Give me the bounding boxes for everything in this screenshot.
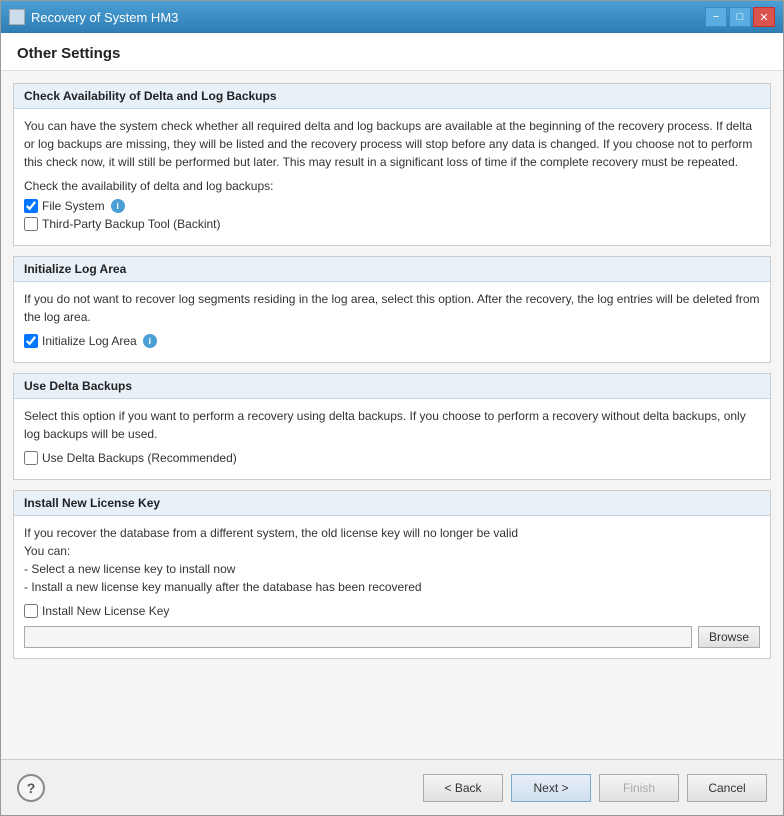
footer-left: ? [17, 774, 45, 802]
next-button[interactable]: Next > [511, 774, 591, 802]
section-license-key-body: If you recover the database from a diffe… [14, 516, 770, 658]
section-initialize-log-description: If you do not want to recover log segmen… [24, 290, 760, 326]
footer: ? < Back Next > Finish Cancel [1, 759, 783, 815]
info-icon-initlog[interactable]: i [143, 334, 157, 348]
checkbox-license-label[interactable]: Install New License Key [42, 604, 169, 618]
section-delta-log: Check Availability of Delta and Log Back… [13, 83, 771, 246]
scrollable-content[interactable]: Check Availability of Delta and Log Back… [1, 71, 783, 759]
section-initialize-log-header: Initialize Log Area [14, 257, 770, 282]
content-area: Check Availability of Delta and Log Back… [1, 71, 783, 759]
window-title: Recovery of System HM3 [31, 10, 178, 25]
section-delta-backups-description: Select this option if you want to perfor… [24, 407, 760, 443]
maximize-button[interactable]: □ [729, 7, 751, 27]
title-bar-buttons: − □ ✕ [705, 7, 775, 27]
section-delta-backups: Use Delta Backups Select this option if … [13, 373, 771, 480]
section-initialize-log: Initialize Log Area If you do not want t… [13, 256, 771, 363]
browse-button[interactable]: Browse [698, 626, 760, 648]
cancel-button[interactable]: Cancel [687, 774, 767, 802]
page-header: Other Settings [1, 33, 783, 71]
section-license-key-header: Install New License Key [14, 491, 770, 516]
title-bar-left: Recovery of System HM3 [9, 9, 178, 25]
section-delta-log-description: You can have the system check whether al… [24, 117, 760, 171]
checkbox-row-initlog: Initialize Log Area i [24, 334, 760, 348]
checkbox-license[interactable] [24, 604, 38, 618]
section-delta-log-sublabel: Check the availability of delta and log … [24, 179, 760, 193]
help-button[interactable]: ? [17, 774, 45, 802]
checkbox-initlog-label[interactable]: Initialize Log Area [42, 334, 137, 348]
back-button[interactable]: < Back [423, 774, 503, 802]
license-key-input[interactable] [24, 626, 692, 648]
info-icon-filesystem[interactable]: i [111, 199, 125, 213]
section-initialize-log-body: If you do not want to recover log segmen… [14, 282, 770, 362]
checkbox-row-filesystem: File System i [24, 199, 760, 213]
checkbox-row-deltabk: Use Delta Backups (Recommended) [24, 451, 760, 465]
section-delta-log-body: You can have the system check whether al… [14, 109, 770, 245]
checkbox-row-thirdparty: Third-Party Backup Tool (Backint) [24, 217, 760, 231]
app-icon [9, 9, 25, 25]
section-license-key: Install New License Key If you recover t… [13, 490, 771, 659]
checkbox-thirdparty[interactable] [24, 217, 38, 231]
section-delta-log-header: Check Availability of Delta and Log Back… [14, 84, 770, 109]
footer-right: < Back Next > Finish Cancel [423, 774, 767, 802]
page-title: Other Settings [17, 45, 767, 62]
checkbox-deltabk[interactable] [24, 451, 38, 465]
checkbox-row-license: Install New License Key [24, 604, 760, 618]
browse-row: Browse [24, 626, 760, 648]
finish-button[interactable]: Finish [599, 774, 679, 802]
checkbox-filesystem[interactable] [24, 199, 38, 213]
main-window: Recovery of System HM3 − □ ✕ Other Setti… [0, 0, 784, 816]
section-license-key-description: If you recover the database from a diffe… [24, 524, 760, 596]
checkbox-thirdparty-label[interactable]: Third-Party Backup Tool (Backint) [42, 217, 221, 231]
checkbox-deltabk-label[interactable]: Use Delta Backups (Recommended) [42, 451, 237, 465]
title-bar: Recovery of System HM3 − □ ✕ [1, 1, 783, 33]
checkbox-initlog[interactable] [24, 334, 38, 348]
section-delta-backups-header: Use Delta Backups [14, 374, 770, 399]
minimize-button[interactable]: − [705, 7, 727, 27]
close-button[interactable]: ✕ [753, 7, 775, 27]
section-delta-backups-body: Select this option if you want to perfor… [14, 399, 770, 479]
checkbox-filesystem-label[interactable]: File System [42, 199, 105, 213]
